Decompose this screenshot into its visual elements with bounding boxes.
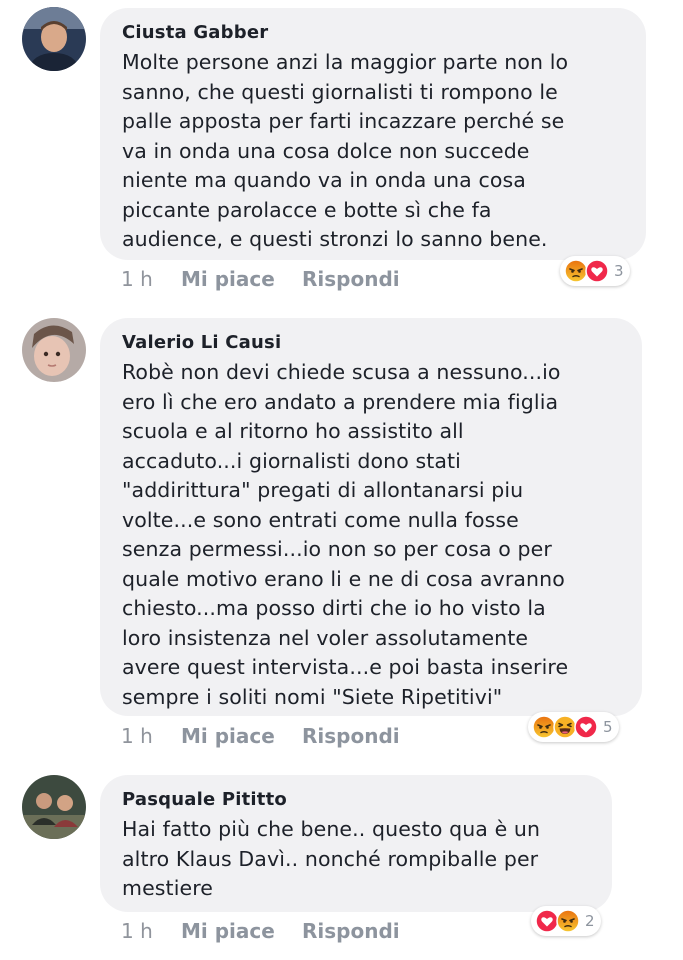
reaction-count: 3 bbox=[614, 262, 624, 280]
angry-icon bbox=[556, 909, 580, 933]
reply-button[interactable]: Rispondi bbox=[302, 919, 400, 943]
comment-text: Hai fatto più che bene.. questo qua è un… bbox=[122, 817, 541, 900]
comment-author[interactable]: Ciusta Gabber bbox=[122, 22, 626, 44]
reply-button[interactable]: Rispondi bbox=[302, 724, 400, 748]
comment-bubble: Valerio Li Causi Robè non devi chiede sc… bbox=[100, 318, 642, 716]
reaction-count: 5 bbox=[603, 718, 613, 736]
comment-actions: 1 h Mi piace Rispondi bbox=[121, 724, 400, 748]
profile-photo-icon bbox=[22, 7, 86, 71]
profile-photo-icon bbox=[22, 318, 86, 382]
avatar[interactable] bbox=[22, 7, 86, 71]
comment-timestamp[interactable]: 1 h bbox=[121, 919, 181, 943]
love-icon bbox=[574, 715, 598, 739]
comment-bubble: Ciusta Gabber Molte persone anzi la magg… bbox=[100, 8, 646, 260]
reactions-summary[interactable]: 2 bbox=[531, 906, 601, 936]
comment-author[interactable]: Pasquale Pititto bbox=[122, 789, 592, 811]
comment-actions: 1 h Mi piace Rispondi bbox=[121, 267, 400, 291]
reactions-summary[interactable]: 3 bbox=[560, 256, 630, 286]
comment-timestamp[interactable]: 1 h bbox=[121, 267, 181, 291]
comment-timestamp[interactable]: 1 h bbox=[121, 724, 181, 748]
comment-bubble: Pasquale Pititto Hai fatto più che bene.… bbox=[100, 775, 612, 912]
love-icon bbox=[585, 259, 609, 283]
comment-text: Robè non devi chiede scusa a nessuno...i… bbox=[122, 360, 569, 709]
reactions-summary[interactable]: 5 bbox=[528, 712, 619, 742]
comment-text: Molte persone anzi la maggior parte non … bbox=[122, 50, 569, 251]
avatar[interactable] bbox=[22, 775, 86, 839]
profile-photo-icon bbox=[22, 775, 86, 839]
comment-author[interactable]: Valerio Li Causi bbox=[122, 332, 622, 354]
reply-button[interactable]: Rispondi bbox=[302, 267, 400, 291]
comment-actions: 1 h Mi piace Rispondi bbox=[121, 919, 400, 943]
like-button[interactable]: Mi piace bbox=[181, 724, 302, 748]
like-button[interactable]: Mi piace bbox=[181, 919, 302, 943]
avatar[interactable] bbox=[22, 318, 86, 382]
reaction-count: 2 bbox=[585, 912, 595, 930]
like-button[interactable]: Mi piace bbox=[181, 267, 302, 291]
